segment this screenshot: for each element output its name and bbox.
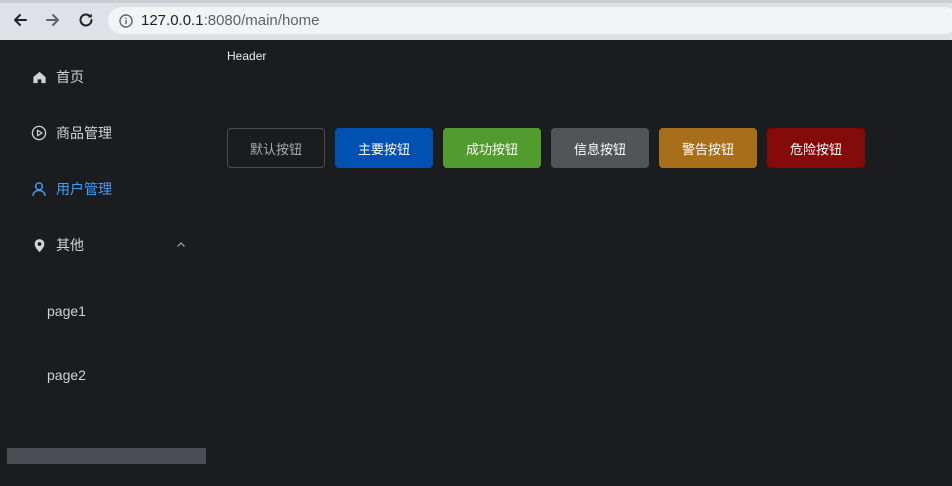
sidebar-item-products[interactable]: 商品管理 — [0, 105, 207, 161]
info-icon[interactable] — [119, 13, 133, 28]
info-button[interactable]: 信息按钮 — [551, 128, 649, 168]
sidebar-item-label: 其他 — [56, 238, 84, 254]
sidebar-subitem-page1[interactable]: page1 — [0, 283, 207, 339]
button-row: 默认按钮 主要按钮 成功按钮 信息按钮 警告按钮 危险按钮 — [227, 128, 865, 168]
sidebar-item-label: 首页 — [56, 70, 84, 86]
reload-button[interactable] — [75, 9, 97, 31]
header-title: Header — [227, 49, 267, 63]
back-button[interactable] — [9, 9, 31, 31]
chevron-up-icon[interactable] — [175, 239, 187, 251]
sidebar-subitem-label: page1 — [47, 303, 86, 319]
warning-button[interactable]: 警告按钮 — [659, 128, 757, 168]
user-icon — [31, 181, 47, 197]
danger-button[interactable]: 危险按钮 — [767, 128, 865, 168]
forward-arrow-icon — [46, 14, 59, 26]
location-icon — [31, 237, 47, 253]
main-content: Header 默认按钮 主要按钮 成功按钮 信息按钮 警告按钮 危险按钮 — [207, 40, 952, 486]
sidebar-menu: 首页 商品管理 用户管理 其他 page1 page2 — [0, 40, 207, 486]
horizontal-scrollbar[interactable] — [7, 448, 206, 464]
browser-toolbar: 127.0.0.1:8080/main/home — [0, 0, 952, 40]
url-host: 127.0.0.1 — [141, 12, 204, 29]
sidebar-item-users[interactable]: 用户管理 — [0, 161, 207, 217]
primary-button[interactable]: 主要按钮 — [335, 128, 433, 168]
home-icon — [31, 69, 47, 85]
sidebar-item-label: 商品管理 — [56, 126, 112, 142]
url-path: :8080/main/home — [203, 12, 320, 29]
back-arrow-icon — [14, 14, 27, 26]
address-bar[interactable]: 127.0.0.1:8080/main/home — [108, 7, 952, 34]
reload-icon — [79, 13, 93, 27]
sidebar-item-label: 用户管理 — [56, 182, 112, 198]
sidebar-item-other[interactable]: 其他 — [0, 217, 207, 273]
video-play-icon — [31, 125, 47, 141]
forward-button[interactable] — [42, 9, 64, 31]
sidebar-subitem-label: page2 — [47, 367, 86, 383]
sidebar-item-home[interactable]: 首页 — [0, 49, 207, 105]
success-button[interactable]: 成功按钮 — [443, 128, 541, 168]
url-text[interactable]: 127.0.0.1:8080/main/home — [141, 12, 319, 29]
app-container: 首页 商品管理 用户管理 其他 page1 page2 Header 默认按钮 … — [0, 40, 952, 486]
browser-top-edge — [0, 0, 952, 3]
default-button[interactable]: 默认按钮 — [227, 128, 325, 168]
sidebar-subitem-page2[interactable]: page2 — [0, 347, 207, 403]
